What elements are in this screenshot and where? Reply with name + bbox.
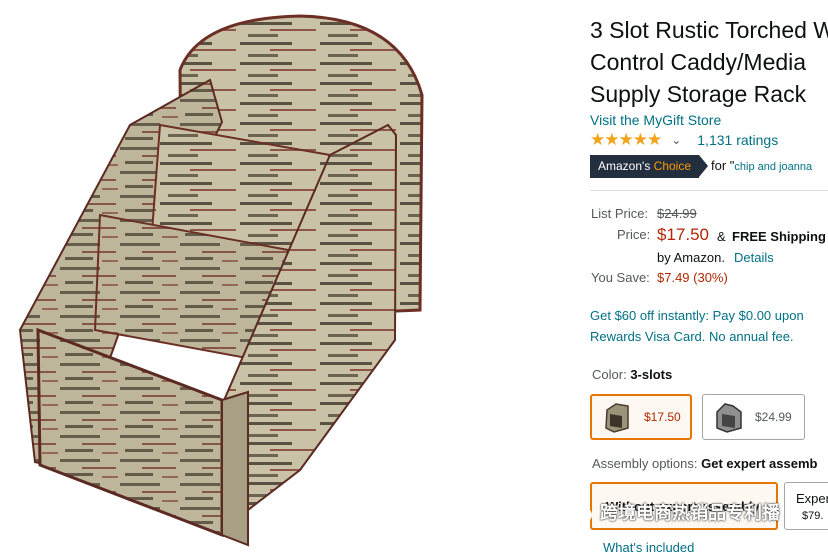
rating-row[interactable]: ★★★★★ ⌄ 1,131 ratings — [590, 130, 778, 150]
assembly-label: Assembly options: — [592, 456, 698, 471]
price-label: Price: — [617, 227, 651, 242]
ratings-count-link[interactable]: 1,131 ratings — [697, 132, 778, 148]
offer-line-2[interactable]: Rewards Visa Card. No annual fee. — [590, 326, 828, 347]
swatch-price: $17.50 — [644, 410, 681, 424]
whats-included-link[interactable]: What's included — [603, 540, 694, 555]
shipping-ampersand: & — [717, 229, 726, 244]
title-line-3: Supply Storage Rack — [590, 81, 807, 107]
title-line-1: 3 Slot Rustic Torched W — [590, 17, 828, 43]
swatch-price: $24.99 — [755, 410, 792, 424]
price-value: $17.50 — [657, 225, 709, 244]
color-selected-value: 3-slots — [630, 367, 673, 382]
badge-for-label: for " — [711, 158, 735, 173]
watermark: 跨境电商热销品专利播 — [560, 499, 780, 525]
chevron-down-icon[interactable]: ⌄ — [671, 133, 681, 147]
you-save-label: You Save: — [591, 270, 650, 285]
offer-line-1[interactable]: Get $60 off instantly: Pay $0.00 upon — [590, 305, 828, 326]
watermark-text: 跨境电商热销品专利播 — [600, 503, 780, 523]
assembly-option-expert-price: $79. — [802, 510, 824, 522]
credit-card-offer-link[interactable]: Get $60 off instantly: Pay $0.00 upon Re… — [590, 305, 828, 347]
badge-query-link[interactable]: chip and joanna — [734, 161, 812, 173]
amazons-choice-badge: Amazon's Choice — [590, 155, 709, 178]
color-selector-label: Color: 3-slots — [592, 367, 672, 382]
wechat-icon — [561, 500, 592, 523]
assembly-options-label: Assembly options: Get expert assemb — [592, 456, 817, 471]
free-shipping-text: FREE Shipping — [732, 229, 826, 244]
color-label: Color: — [592, 367, 627, 382]
badge-label-main: Amazon's — [598, 159, 654, 173]
color-swatch-alternate[interactable]: $24.99 — [702, 394, 805, 440]
details-link[interactable]: Details — [734, 250, 774, 265]
swatch-thumbnail-icon — [605, 403, 629, 433]
title-line-2: Control Caddy/Media — [590, 49, 807, 75]
list-price-value: $24.99 — [657, 206, 697, 221]
badge-for-text: for "chip and joanna — [711, 158, 812, 173]
assembly-option-expert[interactable]: Expert $79. — [784, 482, 828, 530]
list-price-label: List Price: — [591, 206, 649, 221]
badge-label-choice: Choice — [653, 159, 692, 173]
assembly-option-expert-label: Expert — [796, 491, 828, 506]
product-title: 3 Slot Rustic Torched W Control Caddy/Me… — [590, 14, 828, 110]
swatch-thumbnail-icon — [716, 403, 742, 433]
you-save-value: $7.49 (30%) — [657, 270, 728, 285]
badge-label: Amazon's Choice — [590, 155, 700, 178]
color-swatch-3-slots[interactable]: $17.50 — [590, 394, 692, 440]
product-image[interactable] — [0, 0, 580, 550]
star-rating-icon[interactable]: ★★★★★ — [590, 130, 662, 150]
badge-tail — [699, 155, 709, 177]
divider — [590, 190, 828, 191]
by-amazon-text: by Amazon. — [657, 250, 725, 265]
store-link[interactable]: Visit the MyGift Store — [590, 112, 721, 128]
assembly-selected-value: Get expert assemb — [701, 456, 818, 471]
